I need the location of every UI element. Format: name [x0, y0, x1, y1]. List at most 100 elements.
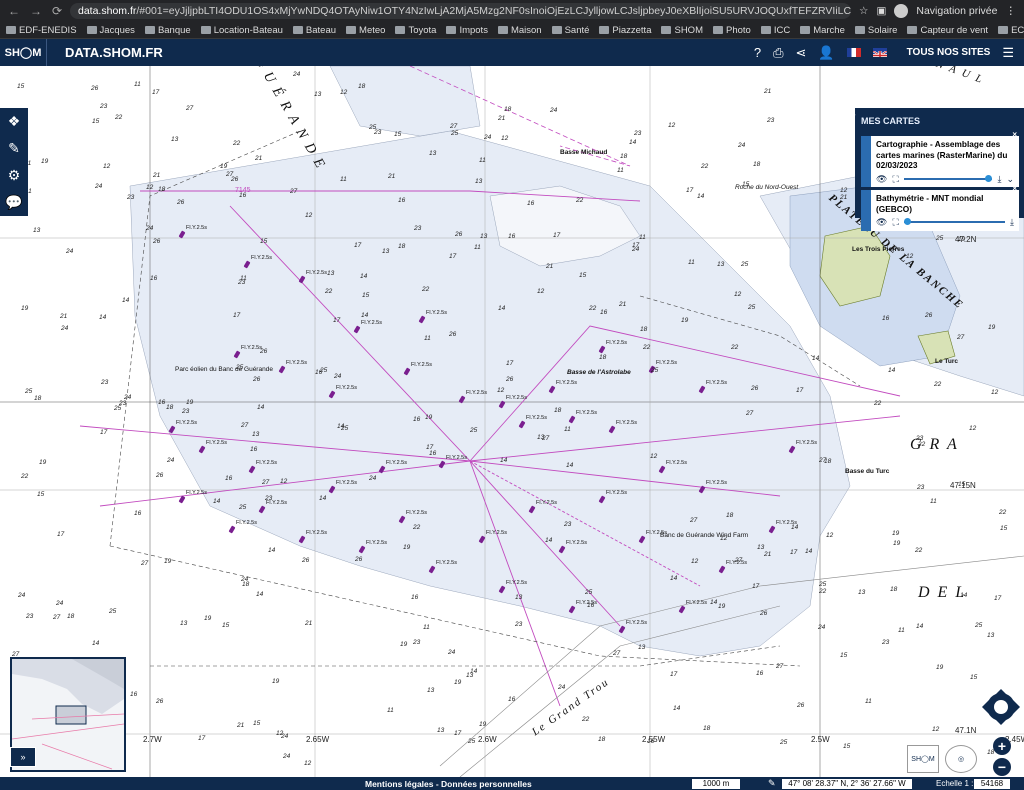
- light-characteristic-label: Fl.Y.2.5s: [606, 490, 627, 496]
- bookmark-item[interactable]: Capteur de vent: [907, 25, 988, 36]
- avatar[interactable]: [894, 4, 909, 18]
- print-icon[interactable]: ⎙: [773, 45, 783, 61]
- bookmark-item[interactable]: Solaire: [854, 25, 897, 36]
- chat-icon[interactable]: 💬: [5, 194, 22, 211]
- depth-sounding: 23: [26, 613, 34, 620]
- download-icon[interactable]: ⤓: [1010, 217, 1014, 228]
- bookmark-item[interactable]: Bateau: [292, 25, 336, 36]
- bookmark-item[interactable]: Impots: [446, 25, 488, 36]
- bookmark-item[interactable]: Photo: [712, 25, 751, 36]
- zoom-in-button[interactable]: +: [993, 737, 1011, 755]
- bookmark-item[interactable]: Piazzetta: [599, 25, 651, 36]
- my-maps-panel: › MES CARTES Cartographie - Assemblage d…: [853, 108, 1024, 231]
- private-label[interactable]: Navigation privée: [916, 5, 997, 17]
- depth-sounding: 19: [936, 664, 944, 671]
- opacity-knob[interactable]: [985, 174, 993, 182]
- visibility-eye-icon[interactable]: 👁: [876, 174, 887, 185]
- depth-sounding: 16: [130, 691, 138, 698]
- forward-icon[interactable]: →: [30, 4, 42, 18]
- pan-control[interactable]: [980, 684, 1022, 730]
- bookmark-item[interactable]: ECHECS: [998, 25, 1024, 36]
- folder-icon: [86, 26, 97, 34]
- collapse-panel-icon[interactable]: ›: [853, 110, 856, 119]
- layer-card-bathymetry[interactable]: Bathymétrie - MNT mondial (GEBCO) 👁 ⛶ ⤓ …: [861, 184, 1019, 231]
- depth-sounding: 12: [146, 184, 154, 191]
- close-layer-icon[interactable]: ×: [1012, 184, 1017, 195]
- bookmark-item[interactable]: Marche: [800, 25, 845, 36]
- visibility-eye-icon[interactable]: 👁: [876, 217, 887, 228]
- opacity-slider[interactable]: [903, 174, 993, 182]
- depth-sounding: 22: [21, 473, 29, 480]
- depth-sounding: 17: [686, 187, 694, 194]
- address-bar[interactable]: data.shom.fr/#001=eyJjljpbLTI4ODU1OS4xMj…: [70, 3, 852, 19]
- depth-sounding: 14: [360, 273, 368, 280]
- bookmark-item[interactable]: EDF-ENEDIS: [6, 25, 77, 36]
- depth-sounding: 17: [100, 429, 108, 436]
- zoom-out-button[interactable]: −: [993, 758, 1011, 776]
- expand-icon[interactable]: ⌄: [1006, 174, 1014, 185]
- depth-sounding: 23: [917, 484, 925, 491]
- light-characteristic-label: Fl.Y.2.5s: [556, 380, 577, 386]
- tools-icon[interactable]: ✎: [8, 140, 20, 157]
- reload-icon[interactable]: ⟳: [52, 4, 62, 18]
- depth-sounding: 11: [930, 498, 937, 505]
- download-icon[interactable]: ⤓: [997, 174, 1001, 185]
- bookmark-item[interactable]: Meteo: [346, 25, 385, 36]
- close-layer-icon[interactable]: ×: [1012, 130, 1017, 141]
- back-icon[interactable]: ←: [8, 4, 20, 18]
- bookmark-item[interactable]: Maison: [497, 25, 542, 36]
- bookmark-item[interactable]: ICC: [760, 24, 791, 36]
- depth-sounding: 19: [204, 615, 212, 622]
- label-trois-pierres: Les Trois Pierres: [852, 246, 905, 253]
- french-flag-icon[interactable]: [846, 48, 861, 57]
- scale-ratio-input[interactable]: 54168: [974, 778, 1010, 789]
- page-title[interactable]: DATA.SHOM.FR: [47, 45, 754, 60]
- depth-sounding: 18: [753, 161, 761, 168]
- folder-icon: [599, 26, 610, 34]
- depth-sounding: 25: [341, 425, 349, 432]
- english-flag-icon[interactable]: [872, 48, 887, 57]
- hamburger-icon[interactable]: ☰: [1002, 45, 1014, 61]
- bookmark-item[interactable]: Location-Bateau: [200, 25, 283, 36]
- bookmark-item[interactable]: SHOM: [661, 25, 703, 36]
- legal-links[interactable]: Mentions légales - Données personnelles: [365, 779, 532, 789]
- minimap-toggle-button[interactable]: »: [10, 747, 36, 767]
- settings-icon[interactable]: ⚙: [8, 167, 21, 184]
- all-sites-link[interactable]: TOUS NOS SITES: [899, 47, 991, 58]
- fullscreen-icon[interactable]: ⛶: [892, 174, 898, 185]
- light-characteristic-label: Fl.Y.2.5s: [536, 500, 557, 506]
- bookmark-item[interactable]: Toyota: [395, 25, 436, 36]
- partner-logo-button[interactable]: ◎: [945, 745, 977, 773]
- share-icon[interactable]: ⋖: [796, 45, 807, 61]
- help-icon[interactable]: ?: [754, 45, 761, 60]
- label-basse-astrolabe: Basse de l'Astrolabe: [567, 369, 631, 376]
- depth-sounding: 19: [220, 163, 228, 170]
- layers-icon[interactable]: ❖: [8, 113, 21, 130]
- light-characteristic-label: Fl.Y.2.5s: [386, 460, 407, 466]
- star-icon[interactable]: ☆: [859, 5, 868, 17]
- bookmark-item[interactable]: Jacques: [86, 25, 135, 36]
- depth-sounding: 27: [542, 435, 550, 442]
- depth-sounding: 25: [239, 504, 247, 511]
- opacity-slider[interactable]: [903, 218, 1006, 226]
- bookmark-label: ICC: [773, 24, 791, 36]
- light-characteristic-label: Fl.Y.2.5s: [186, 225, 207, 231]
- bookmark-item[interactable]: Santé: [551, 25, 589, 36]
- layer-card-raster[interactable]: Cartographie - Assemblage des cartes mar…: [861, 130, 1019, 187]
- shom-logo[interactable]: SH◯M: [0, 39, 47, 66]
- light-characteristic-label: Fl.Y.2.5s: [486, 530, 507, 536]
- shom-basemap-button[interactable]: SH◯M: [907, 745, 939, 773]
- bookmark-item[interactable]: Banque: [144, 25, 191, 36]
- sidebar-icon[interactable]: ▣: [876, 5, 886, 17]
- depth-sounding: 27: [746, 410, 754, 417]
- depth-sounding: 19: [479, 721, 487, 728]
- fullscreen-icon[interactable]: ⛶: [892, 217, 898, 228]
- depth-sounding: 19: [681, 317, 689, 324]
- user-icon[interactable]: 👤: [818, 45, 834, 61]
- opacity-knob[interactable]: [903, 218, 911, 226]
- depth-sounding: 19: [893, 540, 901, 547]
- depth-sounding: 15: [843, 743, 851, 750]
- menu-icon[interactable]: ⋮: [1006, 5, 1017, 17]
- depth-sounding: 13: [480, 233, 488, 240]
- depth-sounding: 13: [475, 178, 483, 185]
